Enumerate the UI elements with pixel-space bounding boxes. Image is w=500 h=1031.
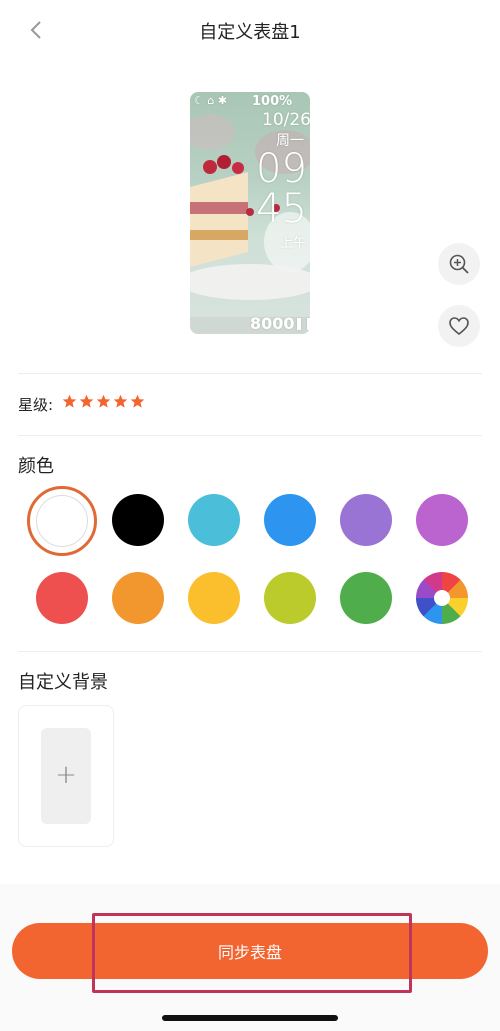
add-background-placeholder: +: [41, 728, 91, 824]
plus-icon: +: [55, 760, 77, 790]
color-swatch-black[interactable]: [112, 494, 164, 546]
rating-label: 星级:: [18, 396, 54, 414]
watch-face-preview: 100% ☾ ⌂ ✱ 10/26 周一 09 45 上午 8000 ❚❚: [190, 92, 310, 334]
header-bar: 自定义表盘1: [0, 0, 500, 58]
colors-section-title: 颜色: [18, 456, 54, 477]
rainbow-center: [434, 590, 450, 606]
add-background-card[interactable]: +: [18, 705, 114, 847]
star-icon: [62, 394, 77, 408]
battery-status: 100%: [252, 94, 293, 109]
color-swatch-yellow[interactable]: [188, 572, 240, 624]
zoom-in-icon: [449, 254, 469, 274]
color-swatch-red[interactable]: [36, 572, 88, 624]
color-swatch-green[interactable]: [340, 572, 392, 624]
home-indicator: [162, 1015, 338, 1021]
divider: [18, 435, 482, 436]
white-color-circle: [36, 495, 88, 547]
star-icon: [96, 394, 111, 408]
color-swatch-orange[interactable]: [112, 572, 164, 624]
color-swatch-lime[interactable]: [264, 572, 316, 624]
color-swatch-blue[interactable]: [264, 494, 316, 546]
star-icon: [113, 394, 128, 408]
divider: [18, 651, 482, 652]
star-icon: [130, 394, 145, 408]
sync-watch-face-button[interactable]: 同步表盘: [12, 923, 488, 979]
color-swatch-purple[interactable]: [340, 494, 392, 546]
watch-date: 10/26: [262, 110, 310, 130]
color-swatch-white[interactable]: [27, 486, 97, 556]
watch-minute: 45: [256, 186, 307, 232]
divider: [18, 373, 482, 374]
color-swatch-cyan[interactable]: [188, 494, 240, 546]
status-icons: ☾ ⌂ ✱: [194, 94, 228, 107]
color-swatch-rainbow[interactable]: [416, 572, 468, 624]
page-title: 自定义表盘1: [199, 22, 301, 43]
rating-stars: [62, 394, 145, 409]
color-swatch-violet[interactable]: [416, 494, 468, 546]
watch-steps: 8000: [250, 314, 295, 333]
favorite-button[interactable]: [438, 305, 480, 347]
zoom-button[interactable]: [438, 243, 480, 285]
footsteps-icon: ❚❚: [294, 316, 310, 330]
watch-ampm: 上午: [280, 236, 307, 251]
star-icon: [79, 394, 94, 408]
custom-background-title: 自定义背景: [18, 672, 108, 693]
heart-icon: [449, 317, 469, 336]
